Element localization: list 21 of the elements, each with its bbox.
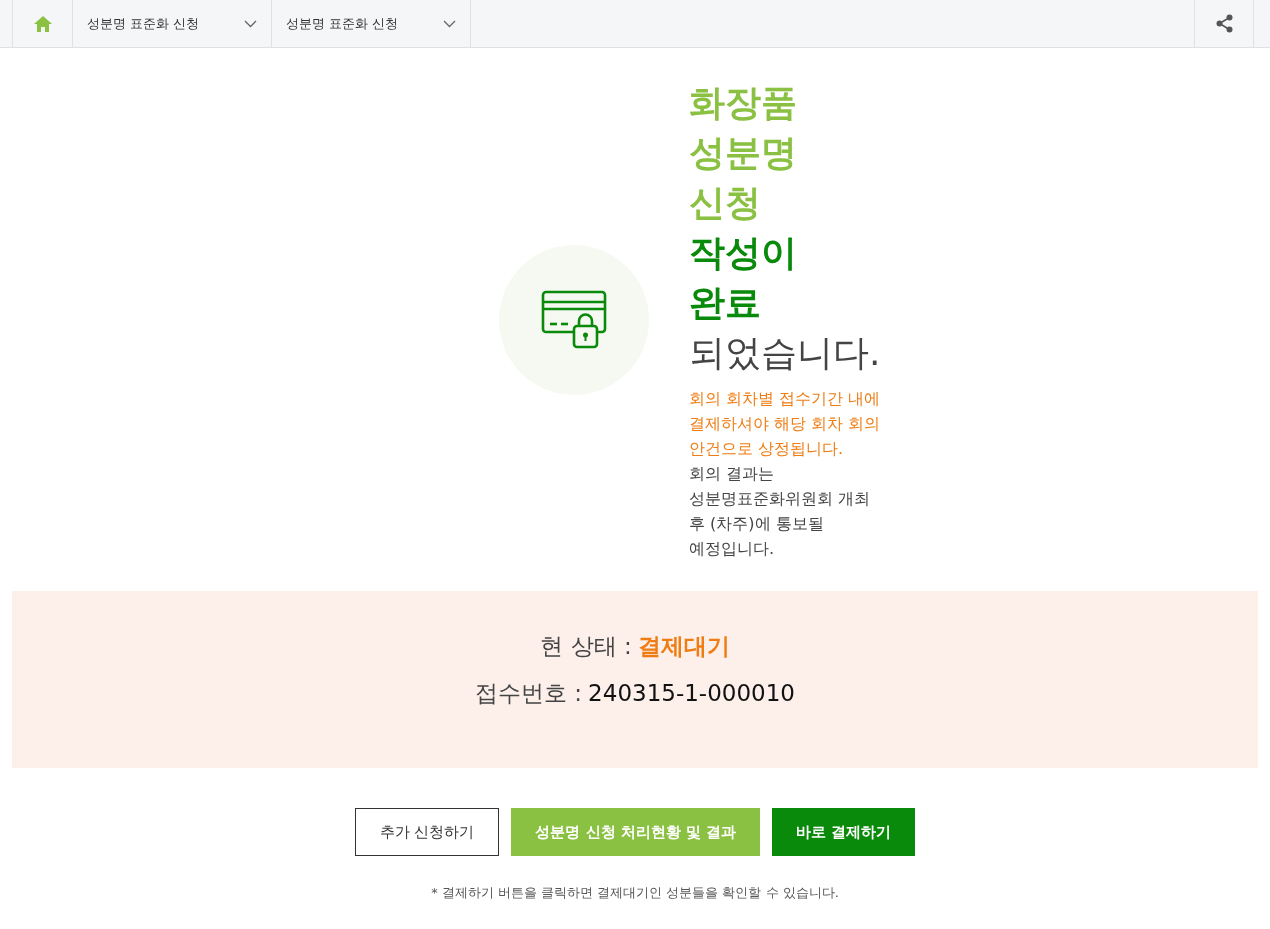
heading-text: 성분명 [689, 131, 797, 175]
receipt-label: 접수번호 : [475, 678, 583, 708]
status-label: 현 상태 : [540, 631, 632, 661]
chevron-down-icon [443, 19, 456, 28]
receipt-number: 240315-1-000010 [588, 679, 795, 706]
chevron-down-icon [244, 19, 257, 28]
notice-text: 회의 회차별 접수기간 내에 결제하셔야 해당 회차 회의 안건으로 상정됩니다. [689, 388, 881, 460]
action-button[interactable]: 바로 결제하기 [772, 808, 916, 856]
status-value: 결제대기 [637, 631, 730, 661]
info-text: 회의 결과는 성분명표준화위원회 개최 후 (차주)에 통보될 예정입니다. [689, 463, 872, 560]
breadcrumb-dropdown[interactable]: 성분명 표준화 신청 [271, 0, 470, 47]
heading-text: 신청 [689, 181, 761, 225]
footnote-text: * 결제하기 버튼을 클릭하면 결제대기인 성분들을 확인할 수 있습니다. [430, 884, 840, 902]
breadcrumb-dropdown[interactable]: 성분명 표준화 신청 [72, 0, 271, 47]
heading-text: 화장품 [689, 81, 797, 125]
heading-text: 완료 [689, 281, 761, 325]
heading-text: 되었습니다. [689, 331, 881, 375]
share-icon[interactable] [1215, 14, 1233, 33]
action-button[interactable]: 추가 신청하기 [354, 808, 500, 856]
card-lock-icon [541, 289, 607, 350]
heading-text: 작성이 [689, 231, 797, 275]
